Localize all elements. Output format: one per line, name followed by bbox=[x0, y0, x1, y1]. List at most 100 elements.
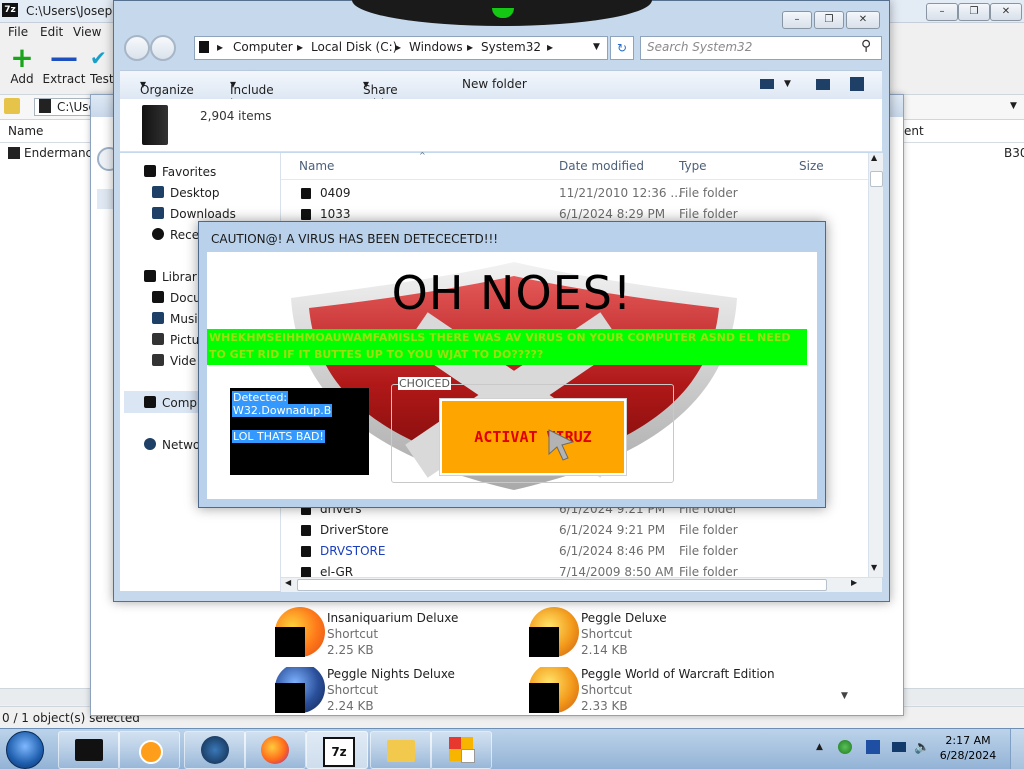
media-player-icon bbox=[139, 740, 163, 764]
breadcrumb-windows[interactable]: Windows bbox=[409, 40, 463, 54]
refresh-icon[interactable]: ↻ bbox=[610, 36, 634, 60]
maximize-button[interactable]: ❐ bbox=[958, 3, 990, 21]
dark-orb-app-icon bbox=[201, 736, 229, 764]
nav-favorites[interactable]: Favorites bbox=[144, 165, 216, 179]
table-row[interactable]: DRVSTORE 6/1/2024 8:46 PM File folder bbox=[281, 541, 868, 562]
scroll-thumb[interactable] bbox=[297, 579, 827, 591]
scroll-left-icon[interactable]: ◀ bbox=[285, 578, 291, 587]
new-folder-button[interactable]: New folder bbox=[462, 77, 527, 91]
taskbar-firefox[interactable] bbox=[244, 731, 306, 769]
scroll-down-icon[interactable]: ▼ bbox=[841, 691, 848, 701]
taskbar-app-1[interactable] bbox=[58, 731, 120, 769]
clock[interactable]: 2:17 AM 6/28/2024 bbox=[938, 733, 998, 763]
shortcut-peggle-deluxe[interactable]: Peggle Deluxe Shortcut 2.14 KB bbox=[529, 607, 769, 663]
nav-desktop[interactable]: Desktop bbox=[152, 186, 220, 200]
breadcrumb-sep-icon: ▸ bbox=[467, 40, 474, 54]
tray-network-icon[interactable] bbox=[866, 740, 880, 754]
list-item[interactable]: Endermanch bbox=[24, 146, 100, 160]
7zip-logo-icon: 7z bbox=[2, 3, 18, 17]
scroll-up-icon[interactable]: ▲ bbox=[871, 153, 877, 162]
close-button[interactable]: ✕ bbox=[846, 11, 880, 29]
start-orb-icon[interactable] bbox=[6, 731, 44, 769]
breadcrumb-system32[interactable]: System32 bbox=[481, 40, 541, 54]
tray-app-icon[interactable] bbox=[838, 740, 852, 754]
table-row[interactable]: el-GR 7/14/2009 8:50 AM File folder bbox=[281, 562, 868, 577]
breadcrumb-local-disk[interactable]: Local Disk (C:) bbox=[311, 40, 397, 54]
include-in-library-button[interactable]: Include in library ▾ bbox=[230, 77, 274, 125]
taskbar-explorer[interactable] bbox=[370, 731, 432, 769]
minimize-button[interactable]: – bbox=[926, 3, 958, 21]
file-icon bbox=[8, 147, 20, 159]
address-dropdown-icon[interactable]: ▼ bbox=[593, 42, 600, 52]
virus-dialog: CAUTION@! A VIRUS HAS BEEN DETECECETD!!!… bbox=[198, 221, 826, 508]
redacted-overlay bbox=[529, 683, 559, 713]
close-button[interactable]: ✕ bbox=[990, 3, 1022, 21]
scroll-down-icon[interactable]: ▼ bbox=[871, 563, 877, 572]
search-input[interactable]: Search System32 ⚲ bbox=[640, 36, 882, 60]
column-name[interactable]: Name bbox=[299, 159, 334, 173]
taskbar-app-3[interactable] bbox=[184, 731, 246, 769]
shortcut-peggle-nights[interactable]: Peggle Nights Deluxe Shortcut 2.24 KB bbox=[275, 667, 515, 713]
show-hidden-icons-icon[interactable]: ▲ bbox=[816, 742, 823, 752]
menu-edit[interactable]: Edit bbox=[40, 25, 63, 39]
network-icon bbox=[144, 438, 156, 450]
tray-display-icon[interactable] bbox=[892, 742, 906, 752]
address-input[interactable]: C:\Users\Jo bbox=[34, 98, 122, 116]
nav-pictures[interactable]: Pictu bbox=[152, 333, 199, 347]
nav-documents[interactable]: Docu bbox=[152, 291, 201, 305]
taskbar-app-2[interactable] bbox=[118, 731, 180, 769]
column-type[interactable]: Type bbox=[679, 159, 707, 173]
minimize-button[interactable]: – bbox=[782, 11, 812, 29]
videos-icon bbox=[152, 354, 164, 366]
scroll-thumb[interactable] bbox=[870, 171, 883, 187]
back-button[interactable] bbox=[124, 35, 150, 61]
views-icon[interactable] bbox=[760, 79, 774, 89]
7zip-icon: 7z bbox=[323, 737, 355, 767]
nav-computer[interactable]: Compu bbox=[144, 396, 205, 410]
show-desktop-button[interactable] bbox=[1010, 729, 1024, 769]
table-row[interactable]: 0409 11/21/2010 12:36 ... File folder bbox=[281, 183, 868, 204]
nav-videos[interactable]: Vide bbox=[152, 354, 196, 368]
column-size[interactable]: Size bbox=[799, 159, 824, 173]
nav-music[interactable]: Musi bbox=[152, 312, 198, 326]
window-app-icon-part bbox=[461, 737, 473, 749]
activate-virus-button[interactable]: ACTIVAT VIRUZ bbox=[439, 398, 627, 476]
add-button[interactable]: + Add bbox=[4, 44, 40, 90]
nav-network[interactable]: Netwo bbox=[144, 438, 200, 452]
taskbar-7zip[interactable]: 7z bbox=[306, 731, 368, 769]
nav-recent[interactable]: Rece bbox=[152, 228, 199, 242]
up-folder-icon[interactable] bbox=[4, 98, 20, 114]
column-name[interactable]: Name bbox=[8, 124, 43, 138]
volume-icon[interactable]: 🔈 bbox=[914, 740, 930, 755]
dark-app-icon bbox=[75, 739, 103, 761]
column-date-modified[interactable]: Date modified bbox=[559, 159, 644, 173]
menu-view[interactable]: View bbox=[73, 25, 101, 39]
menu-file[interactable]: File bbox=[8, 25, 28, 39]
extract-button[interactable]: — Extract bbox=[42, 44, 86, 90]
horizontal-scrollbar[interactable]: ◀ ▶ bbox=[281, 577, 882, 592]
detected-textbox[interactable]: Detected: W32.Downadup.B LOL THATS BAD! bbox=[230, 388, 369, 475]
scroll-right-icon[interactable]: ▶ bbox=[851, 578, 857, 587]
nav-downloads[interactable]: Downloads bbox=[152, 207, 236, 221]
shortcut-insaniquarium[interactable]: Insaniquarium Deluxe Shortcut 2.25 KB bbox=[275, 607, 515, 663]
address-bar[interactable]: ▸ Computer ▸ Local Disk (C:) ▸ Windows ▸… bbox=[194, 36, 608, 60]
computer-icon bbox=[144, 396, 156, 408]
green-indicator-icon bbox=[492, 8, 514, 18]
share-with-button[interactable]: Share with ▾ bbox=[363, 77, 398, 111]
shortcut-peggle-wow[interactable]: Peggle World of Warcraft Edition Shortcu… bbox=[529, 667, 829, 713]
preview-pane-icon[interactable] bbox=[816, 79, 830, 90]
views-dropdown-icon[interactable]: ▼ bbox=[784, 79, 791, 89]
shortcut-size: 2.25 KB bbox=[327, 643, 374, 657]
maximize-button[interactable]: ❐ bbox=[814, 11, 844, 29]
taskbar-app-window[interactable] bbox=[430, 731, 492, 769]
help-icon[interactable] bbox=[850, 77, 864, 91]
address-dropdown-icon[interactable]: ▼ bbox=[1010, 101, 1017, 111]
organize-button[interactable]: Organize ▾ bbox=[140, 77, 194, 97]
vertical-scrollbar[interactable]: ▲ ▼ bbox=[868, 153, 883, 577]
nav-libraries[interactable]: Librari bbox=[144, 270, 200, 284]
column-comment[interactable]: ent bbox=[904, 124, 924, 138]
forward-button[interactable] bbox=[150, 35, 176, 61]
breadcrumb-computer[interactable]: Computer bbox=[233, 40, 293, 54]
table-row[interactable]: DriverStore 6/1/2024 9:21 PM File folder bbox=[281, 520, 868, 541]
warning-banner: WHEKHMSEIHHMOAUWAMFAMISLS THERE WAS AV V… bbox=[207, 329, 807, 365]
